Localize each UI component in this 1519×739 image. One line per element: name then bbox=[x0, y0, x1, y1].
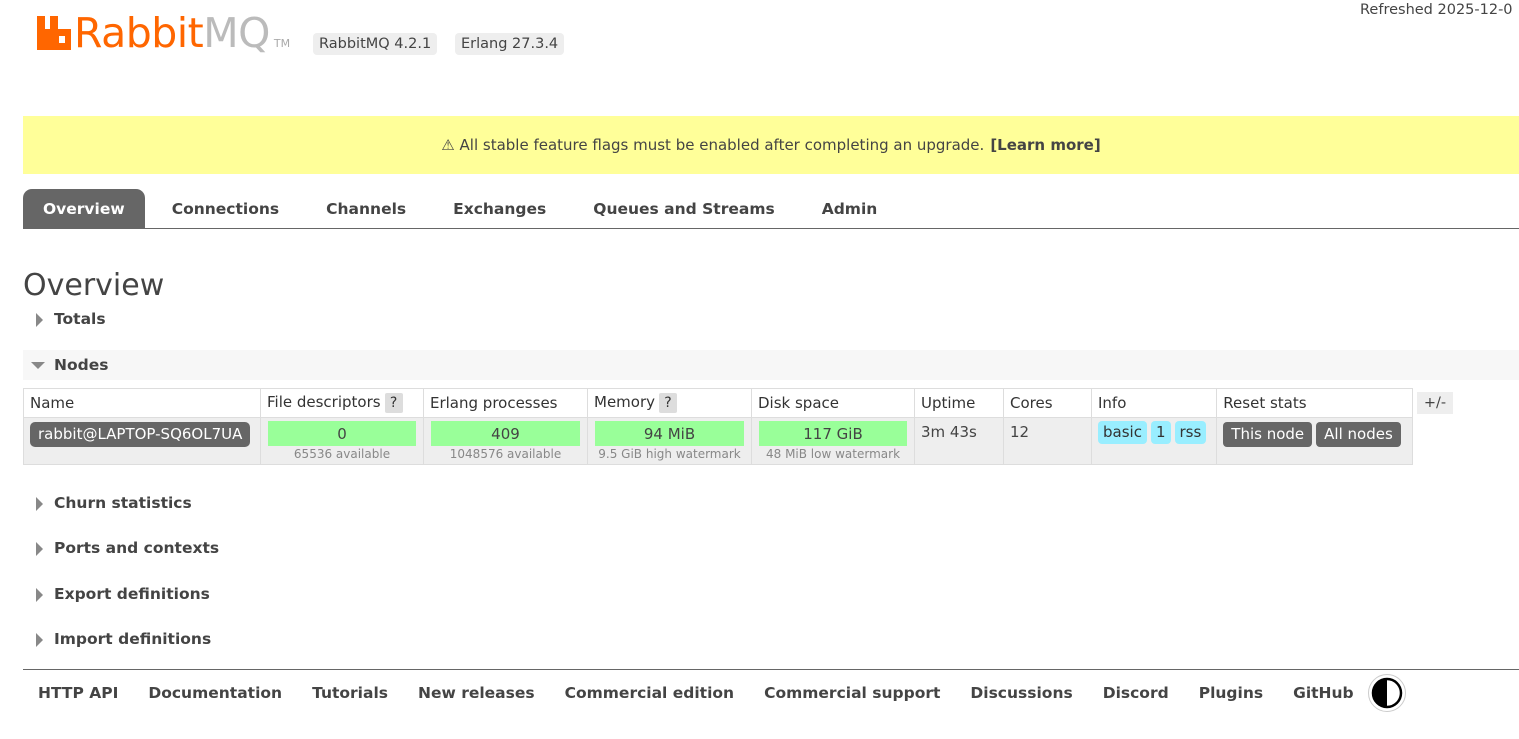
disk-watermark: 48 MiB low watermark bbox=[765, 447, 901, 461]
erlang-processes-bar: 409 bbox=[431, 421, 580, 446]
table-row: rabbit@LAPTOP-SQ6OL7UA 0 65536 available… bbox=[23, 417, 1414, 465]
logo-wordmark: RabbitMQ bbox=[74, 9, 270, 57]
section-import-toggle[interactable]: Import definitions bbox=[23, 624, 1519, 654]
info-tag-basic: basic bbox=[1098, 421, 1147, 444]
nodes-table: Name File descriptors? Erlang processes … bbox=[23, 388, 1414, 465]
footer-link-tutorials[interactable]: Tutorials bbox=[312, 684, 388, 702]
section-export-toggle[interactable]: Export definitions bbox=[23, 579, 1519, 609]
footer-link-new-releases[interactable]: New releases bbox=[418, 684, 535, 702]
section-nodes-toggle[interactable]: Nodes bbox=[23, 350, 1519, 380]
info-tag-count: 1 bbox=[1150, 421, 1171, 444]
tab-overview[interactable]: Overview bbox=[23, 189, 145, 228]
col-memory: Memory? bbox=[587, 388, 752, 418]
col-uptime: Uptime bbox=[914, 388, 1004, 418]
col-erlang-processes: Erlang processes bbox=[423, 388, 588, 418]
feature-flags-banner: ⚠ All stable feature flags must be enabl… bbox=[23, 116, 1519, 174]
page-title: Overview bbox=[23, 268, 165, 303]
footer-link-plugins[interactable]: Plugins bbox=[1199, 684, 1263, 702]
footer: HTTP API Documentation Tutorials New rel… bbox=[23, 669, 1519, 715]
rabbitmq-version-badge: RabbitMQ 4.2.1 bbox=[313, 33, 438, 55]
tab-exchanges[interactable]: Exchanges bbox=[433, 189, 566, 228]
memory-bar: 94 MiB bbox=[595, 421, 744, 446]
reset-all-nodes-button[interactable]: All nodes bbox=[1316, 422, 1401, 447]
cores-value: 12 bbox=[1003, 417, 1092, 465]
section-churn-toggle[interactable]: Churn statistics bbox=[23, 488, 1519, 518]
expand-arrow-icon bbox=[36, 587, 43, 602]
collapse-arrow-icon bbox=[31, 362, 45, 369]
expand-arrow-icon bbox=[36, 496, 43, 511]
footer-link-commercial-support[interactable]: Commercial support bbox=[764, 684, 940, 702]
banner-text: ⚠ All stable feature flags must be enabl… bbox=[441, 136, 985, 154]
col-disk-space: Disk space bbox=[751, 388, 915, 418]
file-descriptors-available: 65536 available bbox=[293, 447, 391, 461]
footer-link-discord[interactable]: Discord bbox=[1103, 684, 1169, 702]
col-name: Name bbox=[23, 388, 261, 418]
tab-queues-and-streams[interactable]: Queues and Streams bbox=[573, 189, 794, 228]
reset-this-node-button[interactable]: This node bbox=[1223, 422, 1313, 447]
erlang-version-badge: Erlang 27.3.4 bbox=[455, 33, 565, 55]
expand-arrow-icon bbox=[36, 541, 43, 556]
columns-toggle-button[interactable]: +/- bbox=[1417, 392, 1453, 414]
node-name-link[interactable]: rabbit@LAPTOP-SQ6OL7UA bbox=[30, 422, 251, 447]
section-ports-toggle[interactable]: Ports and contexts bbox=[23, 533, 1519, 563]
file-descriptors-bar: 0 bbox=[268, 421, 416, 446]
learn-more-link[interactable]: [Learn more] bbox=[990, 136, 1100, 154]
help-icon[interactable]: ? bbox=[384, 393, 403, 413]
info-tag-rss: rss bbox=[1174, 421, 1207, 444]
expand-arrow-icon bbox=[36, 632, 43, 647]
col-reset-stats: Reset stats bbox=[1216, 388, 1414, 418]
help-icon[interactable]: ? bbox=[659, 393, 678, 413]
expand-arrow-icon bbox=[36, 312, 43, 327]
main-tabs: Overview Connections Channels Exchanges … bbox=[23, 189, 1519, 229]
footer-link-github[interactable]: GitHub bbox=[1293, 684, 1354, 702]
memory-watermark: 9.5 GiB high watermark bbox=[598, 447, 741, 461]
section-totals-toggle[interactable]: Totals bbox=[23, 304, 1519, 334]
tab-channels[interactable]: Channels bbox=[306, 189, 426, 228]
footer-link-commercial-edition[interactable]: Commercial edition bbox=[565, 684, 734, 702]
refreshed-timestamp[interactable]: Refreshed 2025-12-0 bbox=[1360, 2, 1513, 18]
col-cores: Cores bbox=[1003, 388, 1092, 418]
erlang-processes-available: 1048576 available bbox=[449, 447, 562, 461]
trademark-mark: TM bbox=[273, 37, 291, 50]
rabbitmq-logo: RabbitMQ TM bbox=[37, 12, 290, 54]
col-file-descriptors: File descriptors? bbox=[260, 388, 424, 418]
uptime-value: 3m 43s bbox=[914, 417, 1004, 465]
footer-link-http-api[interactable]: HTTP API bbox=[38, 684, 118, 702]
disk-space-bar: 117 GiB bbox=[759, 421, 907, 446]
rabbitmq-logo-icon bbox=[37, 16, 71, 50]
theme-toggle-icon[interactable] bbox=[1367, 673, 1406, 712]
tab-connections[interactable]: Connections bbox=[152, 189, 299, 228]
col-info: Info bbox=[1090, 388, 1218, 418]
footer-link-documentation[interactable]: Documentation bbox=[148, 684, 282, 702]
tab-admin[interactable]: Admin bbox=[802, 189, 898, 228]
footer-link-discussions[interactable]: Discussions bbox=[970, 684, 1072, 702]
